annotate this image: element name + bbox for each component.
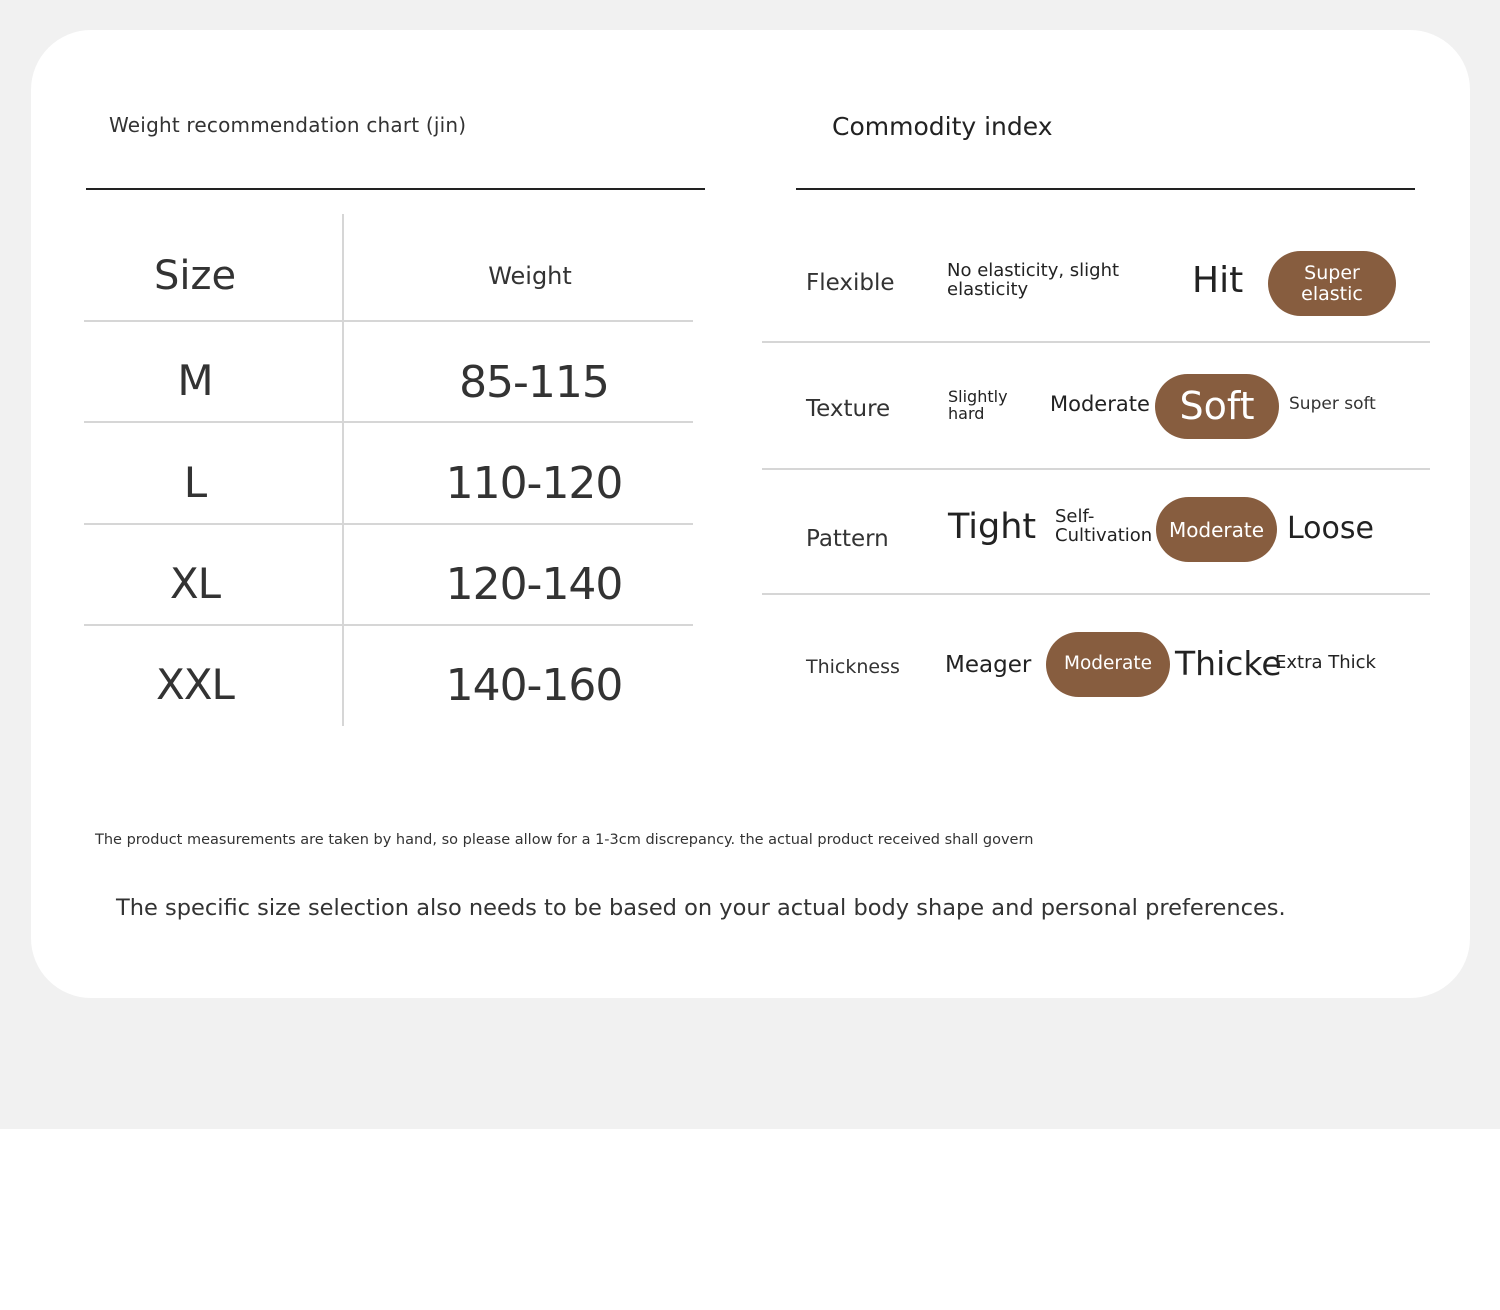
weight-column-header: Weight — [488, 262, 572, 290]
index-option: Extra Thick — [1275, 652, 1376, 673]
commodity-index-title-rule — [796, 188, 1415, 190]
size-chart-title-rule — [86, 188, 705, 190]
index-option: Self-Cultivation — [1055, 506, 1153, 546]
commodity-index-title: Commodity index — [832, 112, 1053, 141]
index-option-selected: Soft — [1155, 374, 1279, 439]
size-chart-title: Weight recommendation chart (jin) — [109, 113, 467, 137]
measurement-note: The product measurements are taken by ha… — [95, 832, 1034, 848]
index-option: Tight — [948, 507, 1037, 547]
size-chart-row-divider — [84, 320, 693, 322]
index-option: Loose — [1287, 511, 1374, 546]
index-option: No elasticity, slight elasticity — [947, 260, 1120, 300]
size-chart-row-divider — [84, 421, 693, 423]
index-option-selected-label: Moderate — [1168, 517, 1265, 542]
size-cell: XL — [169, 559, 221, 608]
index-option-selected-label: Moderate — [1064, 653, 1152, 675]
index-option-selected-label: Super elastic — [1301, 261, 1363, 305]
index-row-divider — [762, 593, 1430, 595]
weight-cell: 140-160 — [445, 660, 624, 711]
size-chart-row-divider — [84, 523, 693, 525]
weight-cell: 85-115 — [459, 357, 610, 408]
index-option: Super soft — [1289, 394, 1376, 414]
size-chart-row-divider — [84, 624, 693, 626]
index-option-selected: Moderate — [1156, 497, 1277, 562]
weight-cell: 110-120 — [445, 458, 624, 509]
size-cell: M — [177, 356, 213, 405]
index-option: Thicke — [1175, 644, 1282, 683]
index-label-texture: Texture — [806, 396, 891, 422]
index-option: Meager — [945, 652, 1032, 678]
index-label-thickness: Thickness — [806, 656, 900, 678]
index-option: Hit — [1192, 260, 1244, 301]
size-selection-note: The specific size selection also needs t… — [116, 895, 1286, 921]
index-row-divider — [762, 341, 1430, 343]
index-option: Slightly hard — [948, 387, 1008, 423]
size-cell: L — [183, 458, 207, 507]
index-option-selected: Moderate — [1046, 632, 1170, 697]
index-option-selected: Super elastic — [1268, 251, 1396, 316]
index-option-selected-label: Soft — [1179, 383, 1255, 428]
index-option: Moderate — [1050, 392, 1150, 416]
index-row-divider — [762, 468, 1430, 470]
size-column-header: Size — [153, 253, 237, 299]
index-label-flexible: Flexible — [806, 270, 895, 296]
size-cell: XXL — [156, 660, 235, 709]
index-label-pattern: Pattern — [806, 526, 889, 552]
weight-cell: 120-140 — [445, 559, 624, 610]
